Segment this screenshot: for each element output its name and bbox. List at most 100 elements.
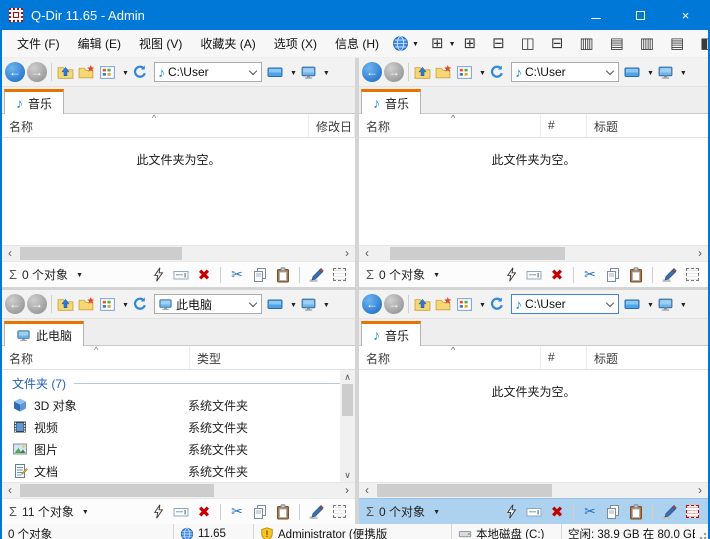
select-pane-button[interactable] — [330, 503, 348, 521]
scrollbar-thumb[interactable] — [377, 484, 552, 497]
panel-preview-button[interactable] — [266, 295, 285, 314]
back-button[interactable]: ← — [5, 62, 25, 82]
dropdown-arrow-icon[interactable]: ▼ — [290, 302, 297, 309]
list-item-pictures[interactable]: 图片 系统文件夹 — [2, 438, 355, 460]
layout-button-9[interactable]: ◧ — [692, 31, 708, 57]
refresh-button[interactable] — [131, 63, 150, 82]
horizontal-scrollbar[interactable]: ‹ › — [359, 482, 708, 498]
dropdown-arrow-icon[interactable]: ▼ — [323, 302, 330, 309]
cut-button[interactable]: ✂ — [228, 266, 246, 284]
new-folder-button[interactable] — [434, 63, 453, 82]
new-folder-button[interactable] — [77, 295, 96, 314]
back-button[interactable]: ← — [362, 294, 382, 314]
quick-actions-button[interactable] — [502, 266, 520, 284]
horizontal-scrollbar[interactable]: ‹ › — [2, 482, 355, 498]
refresh-button[interactable] — [488, 295, 507, 314]
pane-layout-selector[interactable]: ⊞ ▼ — [429, 31, 456, 57]
select-pane-button[interactable] — [683, 266, 701, 284]
scrollbar-thumb[interactable] — [20, 484, 214, 497]
new-folder-button[interactable] — [77, 63, 96, 82]
group-header-folders[interactable]: 文件夹 (7) — [2, 370, 355, 394]
tab-music[interactable]: ♪ 音乐 — [361, 89, 421, 114]
scroll-down-icon[interactable]: ∨ — [344, 468, 351, 482]
scroll-right-icon[interactable]: › — [339, 246, 355, 261]
column-type[interactable]: 类型 — [190, 346, 355, 369]
dropdown-arrow-icon[interactable]: ▼ — [479, 302, 486, 309]
folder-up-button[interactable] — [413, 63, 432, 82]
dropdown-arrow-icon[interactable]: ▼ — [433, 272, 440, 279]
tab-music[interactable]: ♪ 音乐 — [361, 321, 421, 346]
rename-button[interactable] — [172, 266, 190, 284]
column-modified[interactable]: 修改日 — [309, 114, 355, 137]
view-mode-button[interactable] — [98, 295, 117, 314]
forward-button[interactable]: → — [27, 62, 47, 82]
view-mode-button[interactable] — [455, 63, 474, 82]
folder-up-button[interactable] — [413, 295, 432, 314]
desktop-view-button[interactable] — [656, 295, 675, 314]
list-item-3d-objects[interactable]: 3D 对象 系统文件夹 — [2, 394, 355, 416]
file-list[interactable]: 此文件夹为空。 — [2, 138, 355, 245]
address-combobox[interactable]: ♪ C:\User — [154, 62, 262, 82]
list-item-documents[interactable]: 文档 系统文件夹 — [2, 460, 355, 482]
horizontal-scrollbar[interactable]: ‹ › — [2, 245, 355, 261]
layout-button-1[interactable]: ⊞ — [456, 31, 485, 57]
dropdown-arrow-icon[interactable]: ▼ — [479, 70, 486, 77]
tab-music[interactable]: ♪ 音乐 — [4, 89, 64, 114]
delete-button[interactable]: ✖ — [195, 503, 213, 521]
panel-preview-button[interactable] — [623, 63, 642, 82]
dropdown-arrow-icon[interactable]: ▼ — [433, 509, 440, 516]
copy-button[interactable] — [251, 503, 269, 521]
active-pane-indicator[interactable] — [683, 503, 701, 521]
rename-button[interactable] — [172, 503, 190, 521]
scrollbar-thumb[interactable] — [342, 384, 353, 416]
edit-button[interactable] — [660, 266, 678, 284]
dropdown-arrow-icon[interactable]: ▼ — [680, 302, 687, 309]
menu-view[interactable]: 视图 (V) — [130, 31, 191, 56]
scroll-up-icon[interactable]: ∧ — [344, 370, 351, 384]
column-number[interactable]: # — [541, 114, 587, 137]
column-name[interactable]: 名称 — [359, 114, 541, 137]
forward-button[interactable]: → — [384, 294, 404, 314]
panel-preview-button[interactable] — [623, 295, 642, 314]
file-list[interactable]: 此文件夹为空。 — [359, 370, 708, 482]
paste-button[interactable] — [274, 266, 292, 284]
dropdown-arrow-icon[interactable]: ▼ — [76, 272, 83, 279]
quick-actions-button[interactable] — [502, 503, 520, 521]
scroll-left-icon[interactable]: ‹ — [359, 483, 375, 498]
scroll-right-icon[interactable]: › — [339, 483, 355, 498]
layout-button-6[interactable]: ▤ — [602, 31, 632, 57]
refresh-button[interactable] — [488, 63, 507, 82]
layout-button-4[interactable]: ⊟ — [543, 31, 572, 57]
panel-preview-button[interactable] — [266, 63, 285, 82]
statusbar-user[interactable]: Administrator (便携版 — [254, 524, 452, 539]
column-title[interactable]: 标题 — [587, 114, 708, 137]
address-combobox[interactable]: 此电脑 — [154, 294, 262, 314]
tab-this-pc[interactable]: 此电脑 — [4, 321, 84, 346]
refresh-button[interactable] — [131, 295, 150, 314]
forward-button[interactable]: → — [384, 62, 404, 82]
quick-actions-button[interactable] — [149, 503, 167, 521]
copy-button[interactable] — [251, 266, 269, 284]
scrollbar-thumb[interactable] — [20, 247, 182, 260]
dropdown-arrow-icon[interactable]: ▼ — [290, 70, 297, 77]
paste-button[interactable] — [274, 503, 292, 521]
column-name[interactable]: 名称 — [359, 346, 541, 369]
scroll-left-icon[interactable]: ‹ — [2, 483, 18, 498]
vertical-scrollbar[interactable]: ∧ ∨ — [340, 370, 355, 482]
delete-button[interactable]: ✖ — [548, 503, 566, 521]
close-button[interactable]: × — [663, 0, 708, 30]
maximize-button[interactable] — [618, 0, 663, 30]
desktop-view-button[interactable] — [299, 63, 318, 82]
desktop-view-button[interactable] — [656, 63, 675, 82]
rename-button[interactable] — [525, 503, 543, 521]
edit-button[interactable] — [660, 503, 678, 521]
dropdown-arrow-icon[interactable]: ▼ — [82, 509, 89, 516]
dropdown-arrow-icon[interactable]: ▼ — [647, 302, 654, 309]
forward-button[interactable]: → — [27, 294, 47, 314]
rename-button[interactable] — [525, 266, 543, 284]
cut-button[interactable]: ✂ — [581, 503, 599, 521]
address-combobox[interactable]: ♪ C:\User — [511, 62, 619, 82]
paste-button[interactable] — [627, 503, 645, 521]
edit-button[interactable] — [307, 266, 325, 284]
file-list[interactable]: 此文件夹为空。 — [359, 138, 708, 245]
